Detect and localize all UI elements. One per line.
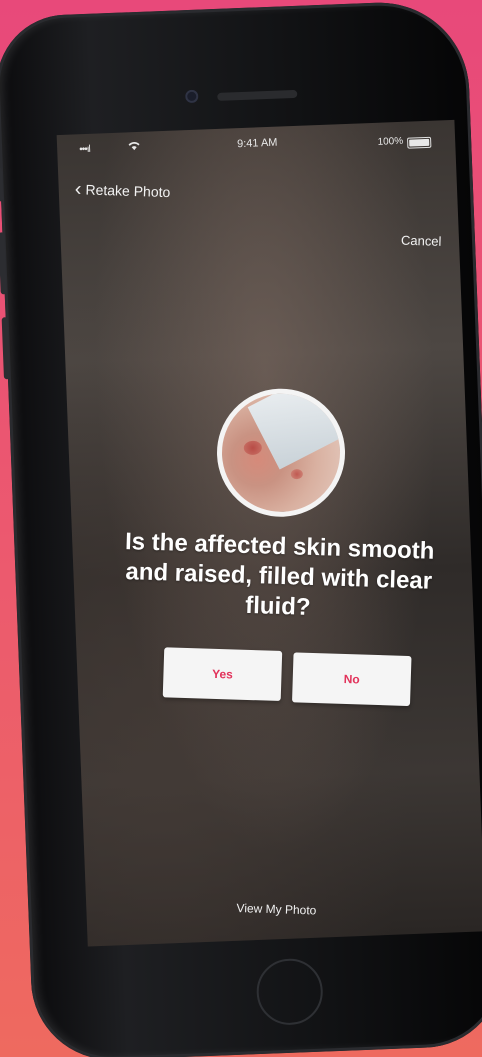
- status-time: 9:41 AM: [236, 136, 278, 151]
- retake-photo-button[interactable]: ‹ Retake Photo: [74, 178, 171, 202]
- cancel-button[interactable]: Cancel: [400, 233, 441, 249]
- chevron-left-icon: ‹: [74, 178, 82, 201]
- battery-percent: 100%: [377, 135, 404, 148]
- battery-icon: [407, 136, 432, 149]
- home-button[interactable]: [255, 957, 324, 1027]
- yes-button[interactable]: Yes: [162, 647, 283, 702]
- question-text: Is the affected skin smooth and raised, …: [124, 528, 435, 621]
- wifi-icon: [127, 140, 142, 155]
- no-button[interactable]: No: [292, 652, 412, 707]
- signal-icon: •••ıl: [79, 143, 90, 156]
- mute-switch: [0, 167, 4, 202]
- earpiece-speaker: [217, 89, 298, 101]
- skin-photo-thumbnail: [214, 386, 348, 520]
- volume-up-button: [0, 232, 7, 295]
- retake-photo-label: Retake Photo: [85, 181, 171, 201]
- front-camera: [185, 89, 199, 104]
- volume-down-button: [1, 317, 10, 380]
- phone-device: •••ıl 9:41 AM 100% ‹ Retake Photo Cancel…: [0, 0, 482, 1057]
- app-screen: •••ıl 9:41 AM 100% ‹ Retake Photo Cancel…: [56, 119, 482, 947]
- status-bar: •••ıl 9:41 AM 100%: [57, 120, 456, 175]
- view-my-photo-link[interactable]: View My Photo: [236, 901, 316, 918]
